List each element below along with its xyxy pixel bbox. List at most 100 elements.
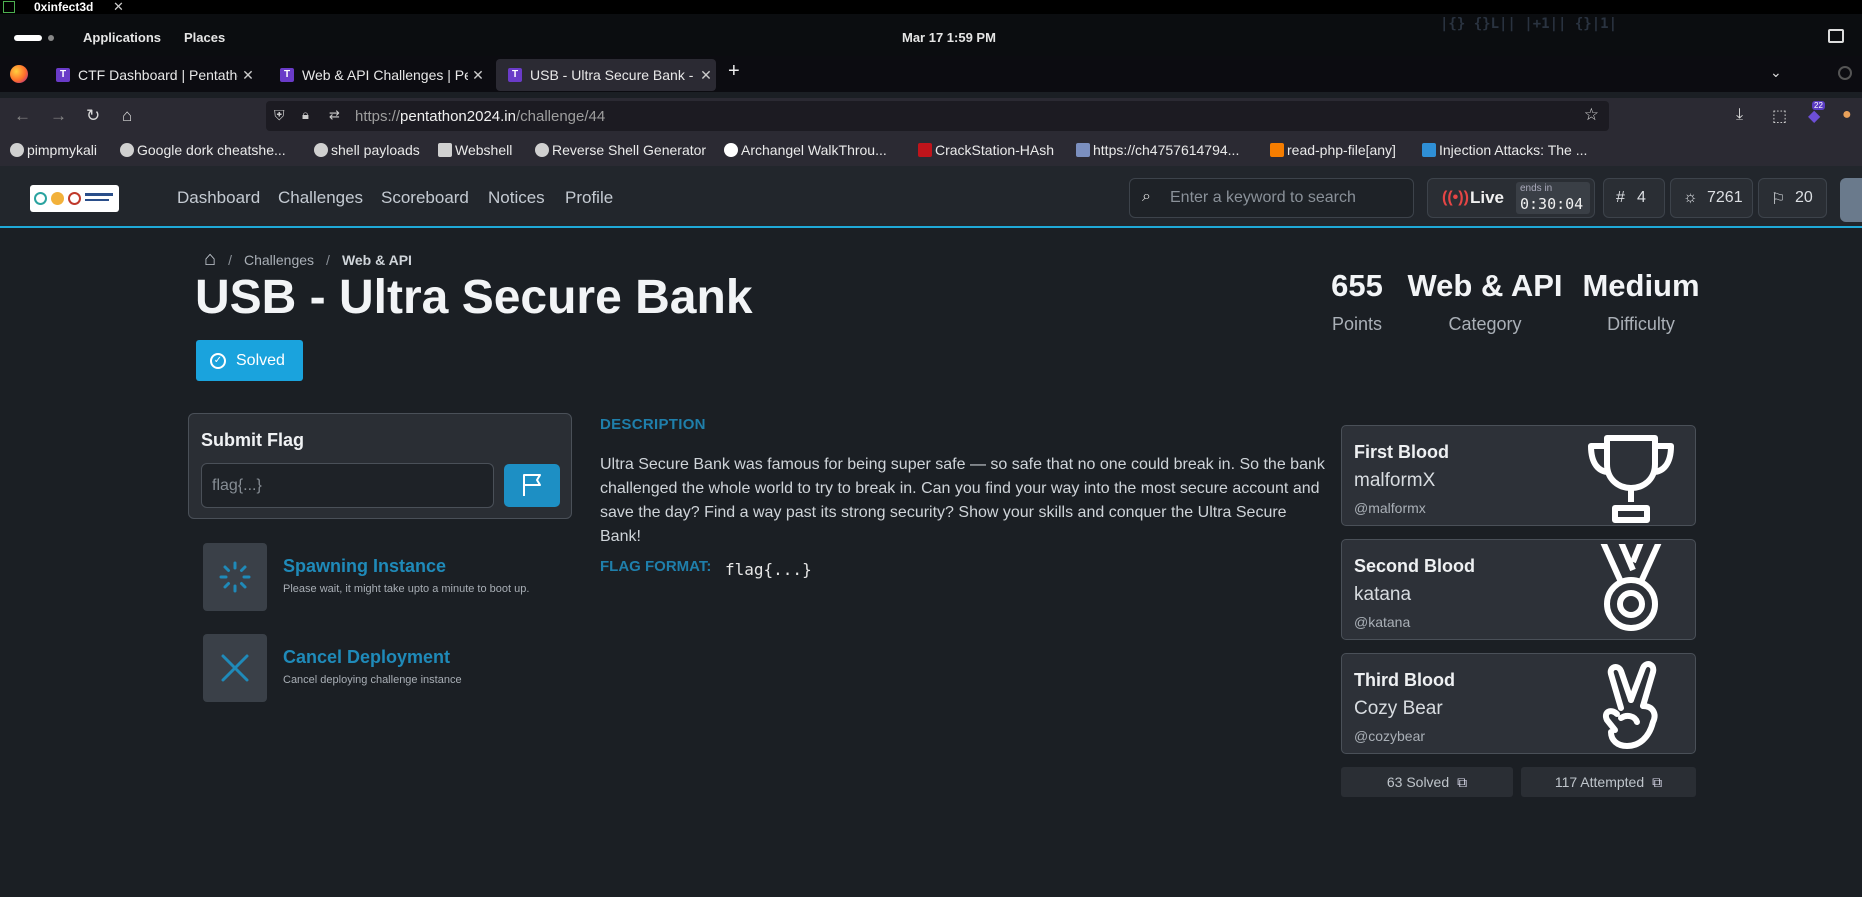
cancel-deployment-action[interactable]: Cancel Deployment Cancel deploying chall… — [203, 634, 603, 702]
avatar[interactable] — [1840, 178, 1862, 222]
blood-handle[interactable]: @cozybear — [1354, 728, 1425, 744]
score-value: 7261 — [1707, 189, 1743, 206]
hash-icon: # — [1616, 189, 1625, 206]
trophy-icon — [1588, 435, 1674, 523]
tab-web-api-challenges[interactable]: T Web & API Challenges | Pentathon ✕ — [268, 59, 488, 91]
points-value: 655 — [1331, 268, 1383, 303]
flag-input[interactable] — [201, 463, 494, 508]
spawn-title: Spawning Instance — [283, 556, 447, 576]
forward-icon[interactable]: → — [50, 106, 67, 126]
broadcast-icon: ((•)) — [1442, 189, 1469, 206]
back-icon[interactable]: ← — [14, 106, 31, 126]
tab-close-icon[interactable]: ✕ — [696, 67, 716, 84]
nav-dashboard[interactable]: Dashboard — [177, 188, 260, 208]
blood-title: First Blood — [1354, 442, 1449, 462]
submit-flag-button[interactable] — [504, 464, 560, 507]
permissions-icon[interactable]: ⇄ — [329, 107, 340, 123]
nav-profile[interactable]: Profile — [565, 188, 613, 208]
blood-handle[interactable]: @katana — [1354, 614, 1410, 630]
countdown-box: ends in 0:30:04 — [1516, 182, 1590, 214]
workspace-indicator[interactable] — [14, 35, 42, 41]
spawn-instance-action[interactable]: Spawning Instance Please wait, it might … — [203, 543, 603, 611]
second-blood-card: Second Blood katana @katana — [1341, 539, 1696, 640]
bookmark-item[interactable]: Archangel WalkThrou... — [724, 142, 887, 158]
tab-ctf-dashboard[interactable]: T CTF Dashboard | Pentathon ✕ — [44, 59, 258, 91]
nav-notices[interactable]: Notices — [488, 188, 545, 208]
wallpaper-decoration: |{} {}L|| |+1|| {}|1| — [1440, 16, 1618, 32]
search-input[interactable] — [1170, 187, 1400, 209]
download-icon[interactable]: ⤓ — [1736, 106, 1743, 124]
places-menu[interactable]: Places — [184, 30, 225, 45]
window-title: 0xinfect3d — [34, 0, 94, 14]
reload-icon[interactable]: ↻ — [86, 106, 100, 126]
page-icon — [438, 143, 452, 157]
live-label: Live — [1470, 188, 1505, 207]
new-tab-button[interactable]: + — [728, 60, 740, 83]
url-bar[interactable]: ⛨ 🔒︎ ⇄ https://pentathon2024.in/challeng… — [266, 101, 1609, 131]
attempted-count-button[interactable]: 117 Attempted ⧉ — [1521, 767, 1696, 797]
nav-scoreboard[interactable]: Scoreboard — [381, 188, 469, 208]
nav-challenges[interactable]: Challenges — [278, 188, 363, 208]
blood-name[interactable]: katana — [1354, 584, 1411, 606]
tab-usb-challenge[interactable]: T USB - Ultra Secure Bank - Pentathon ✕ — [496, 59, 716, 91]
blogger-icon — [1270, 143, 1284, 157]
bookmark-item[interactable]: https://ch4757614794... — [1076, 142, 1239, 158]
workspace-dot[interactable] — [48, 35, 54, 41]
blood-name[interactable]: Cozy Bear — [1354, 698, 1443, 720]
profile-extension-icon[interactable]: ● — [1842, 106, 1852, 124]
shield-icon[interactable]: ⛨ — [274, 107, 285, 124]
tab-close-icon[interactable]: ✕ — [238, 67, 258, 84]
screen-icon[interactable] — [1828, 29, 1844, 43]
os-top-bar: Applications Places Mar 17 1:59 PM |{} {… — [0, 14, 1862, 62]
solves-value: 20 — [1795, 189, 1813, 206]
bookmark-item[interactable]: pimpmykali — [10, 142, 97, 158]
clock[interactable]: Mar 17 1:59 PM — [902, 30, 996, 45]
blood-name[interactable]: malformX — [1354, 470, 1435, 492]
bookmark-item[interactable]: Google dork cheatshe... — [120, 142, 286, 158]
applications-menu[interactable]: Applications — [83, 30, 161, 45]
firefox-icon[interactable] — [10, 65, 28, 83]
pentathon-favicon-icon: T — [280, 68, 294, 82]
solves-box[interactable]: ⚐ 20 — [1758, 178, 1827, 218]
blood-title: Third Blood — [1354, 670, 1455, 690]
site-search[interactable]: ⌕ — [1129, 178, 1414, 218]
tab-close-icon[interactable]: ✕ — [468, 67, 488, 84]
extensions-icon[interactable]: ⬚ — [1772, 106, 1787, 126]
bookmark-item[interactable]: read-php-file[any] — [1270, 142, 1396, 158]
github-icon — [10, 143, 24, 157]
pentathon-logo[interactable] — [30, 185, 119, 212]
home-icon[interactable]: ⌂ — [122, 106, 132, 126]
solved-count-button[interactable]: 63 Solved ⧉ — [1341, 767, 1513, 797]
chevron-down-icon[interactable]: ⌄ — [1770, 64, 1782, 81]
spinner-icon — [203, 543, 267, 611]
category-stat: Web & API Category — [1402, 268, 1568, 335]
category-label: Category — [1448, 314, 1522, 334]
medium-icon — [724, 143, 738, 157]
breadcrumb-challenges[interactable]: Challenges — [244, 252, 314, 268]
blood-handle[interactable]: @malformx — [1354, 500, 1426, 516]
bookmark-item[interactable]: CrackStation-HAsh — [918, 142, 1054, 158]
first-blood-card: First Blood malformX @malformx — [1341, 425, 1696, 526]
github-icon — [314, 143, 328, 157]
terminal-icon — [3, 1, 15, 13]
home-icon[interactable]: ⌂ — [204, 248, 216, 271]
bookmark-star-icon[interactable]: ☆ — [1584, 105, 1599, 125]
close-icon[interactable]: ✕ — [113, 0, 124, 15]
solved-status-button[interactable]: ✓ Solved — [196, 340, 303, 381]
points-label: Points — [1331, 314, 1383, 334]
rank-box[interactable]: # 4 — [1603, 178, 1665, 218]
category-value: Web & API — [1407, 268, 1563, 303]
lock-icon[interactable]: 🔒︎ — [302, 107, 309, 123]
cancel-subtitle: Cancel deploying challenge instance — [283, 674, 462, 686]
score-box[interactable]: ☼ 7261 — [1670, 178, 1753, 218]
url-text[interactable]: https://pentathon2024.in/challenge/44 — [355, 108, 605, 125]
robot-icon — [1076, 143, 1090, 157]
bookmark-item[interactable]: Injection Attacks: The ... — [1422, 142, 1587, 158]
account-icon[interactable] — [1838, 66, 1852, 80]
bookmark-item[interactable]: Webshell — [438, 142, 512, 158]
browser-tab-bar: T CTF Dashboard | Pentathon ✕ T Web & AP… — [0, 56, 1862, 92]
bookmark-item[interactable]: shell payloads — [314, 142, 420, 158]
points-stat: 655 Points — [1322, 268, 1392, 335]
countdown-timer: 0:30:04 — [1520, 195, 1584, 213]
bookmark-item[interactable]: Reverse Shell Generator — [535, 142, 706, 158]
